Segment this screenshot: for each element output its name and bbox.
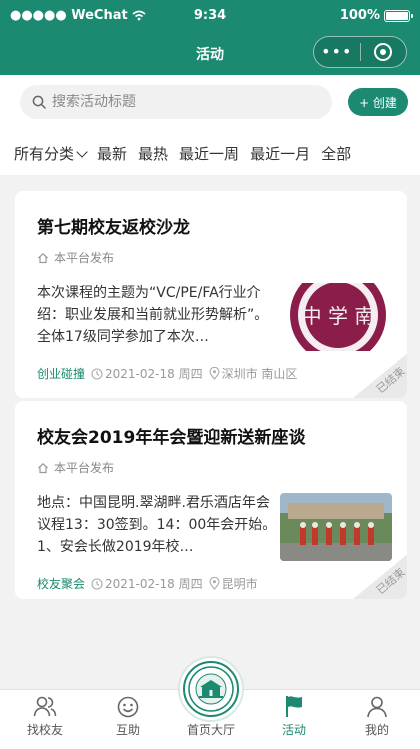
search-bar[interactable] (20, 85, 332, 119)
more-menu-button[interactable]: ••• (314, 37, 360, 67)
close-miniprogram-button[interactable] (360, 43, 406, 61)
battery-percent: 100% (339, 8, 380, 23)
filter-bar: 所有分类 最新 最热 最近一周 最近一月 全部 (14, 143, 351, 164)
tab-activities[interactable]: 活动 (259, 690, 329, 748)
battery-indicator: 100% (339, 8, 413, 23)
chevron-down-icon (76, 145, 88, 158)
app-header: ●●●●● WeChat 9:34 100% 活动 ••• (0, 0, 420, 75)
tab-label: 首页大厅 (186, 723, 235, 737)
thumb-emblem-text: 中 学 南 (302, 304, 375, 328)
tab-find-alumni[interactable]: 找校友 (10, 690, 80, 748)
filter-all[interactable]: 全部 (321, 143, 351, 164)
activity-location: 昆明市 (209, 575, 258, 592)
activity-date-label: 2021-02-18 周四 (105, 577, 203, 591)
ended-ribbon: 已结束 (349, 553, 407, 599)
home-icon (38, 462, 48, 473)
tab-mutual-help[interactable]: 互助 (93, 690, 163, 748)
home-hall-button[interactable] (178, 656, 244, 722)
clock-icon (91, 367, 103, 380)
activity-source-label: 本平台发布 (54, 461, 115, 475)
activity-category-tag[interactable]: 校友聚会 (37, 575, 85, 592)
activity-date: 2021-02-18 周四 (91, 575, 203, 592)
people-icon (33, 696, 57, 717)
battery-icon (384, 9, 413, 22)
filter-hottest[interactable]: 最热 (138, 143, 168, 164)
activity-meta: 创业碰撞 2021-02-18 周四 深圳市 南山区 (37, 365, 297, 382)
school-emblem-icon (188, 666, 234, 712)
tab-mine[interactable]: 我的 (342, 690, 412, 748)
filter-last-month[interactable]: 最近一月 (250, 143, 310, 164)
activity-location: 深圳市 南山区 (209, 365, 298, 382)
activity-description: 地点：中国昆明.翠湖畔.君乐酒店年会议程13：30签到。14：00年会开始。1、… (37, 495, 277, 555)
person-icon (367, 696, 387, 718)
miniprogram-capsule: ••• (313, 36, 407, 68)
filter-category-dropdown[interactable]: 所有分类 (14, 143, 88, 164)
activity-category-tag[interactable]: 创业碰撞 (37, 365, 85, 382)
location-pin-icon (209, 367, 220, 380)
activity-meta: 校友聚会 2021-02-18 周四 昆明市 (37, 575, 258, 592)
search-input[interactable] (52, 94, 312, 110)
create-activity-button[interactable]: + 创建 (348, 88, 408, 116)
activity-title: 第七期校友返校沙龙 (37, 218, 190, 238)
filter-latest[interactable]: 最新 (97, 143, 127, 164)
location-pin-icon (209, 577, 220, 590)
clock-icon (91, 577, 103, 590)
activity-description: 本次课程的主题为“VC/PE/FA行业介绍：职业发展和当前就业形势解析”。全体1… (37, 285, 269, 345)
activity-title: 校友会2019年年会暨迎新送新座谈 (37, 428, 306, 448)
tab-label: 找校友 (26, 723, 63, 737)
activity-source: 本平台发布 (37, 459, 114, 476)
activity-location-label: 昆明市 (221, 577, 258, 591)
smile-icon (117, 696, 139, 718)
ended-ribbon: 已结束 (349, 352, 407, 398)
flag-icon (286, 696, 302, 717)
search-icon (32, 95, 46, 109)
filter-last-week[interactable]: 最近一周 (179, 143, 239, 164)
status-bar: ●●●●● WeChat 9:34 100% (0, 0, 420, 30)
activity-location-label: 深圳市 南山区 (221, 367, 298, 381)
activity-source: 本平台发布 (37, 249, 114, 266)
search-filter-panel: + 创建 所有分类 最新 最热 最近一周 最近一月 全部 (0, 75, 420, 175)
activity-thumbnail: 中 学 南 (280, 283, 392, 351)
activity-card[interactable]: 第七期校友返校沙龙 本平台发布 本次课程的主题为“VC/PE/FA行业介绍：职业… (15, 191, 407, 398)
tab-label: 我的 (364, 723, 389, 737)
activity-date-label: 2021-02-18 周四 (105, 367, 203, 381)
activity-card[interactable]: 校友会2019年年会暨迎新送新座谈 本平台发布 地点：中国昆明.翠湖畔.君乐酒店… (15, 401, 407, 599)
filter-label: 所有分类 (14, 145, 75, 163)
tab-label: 活动 (281, 723, 306, 737)
activity-source-label: 本平台发布 (54, 251, 115, 265)
tab-label: 互助 (115, 723, 140, 737)
activity-date: 2021-02-18 周四 (91, 365, 203, 382)
activity-thumbnail (280, 493, 392, 561)
home-icon (38, 252, 48, 263)
target-icon (374, 43, 393, 61)
